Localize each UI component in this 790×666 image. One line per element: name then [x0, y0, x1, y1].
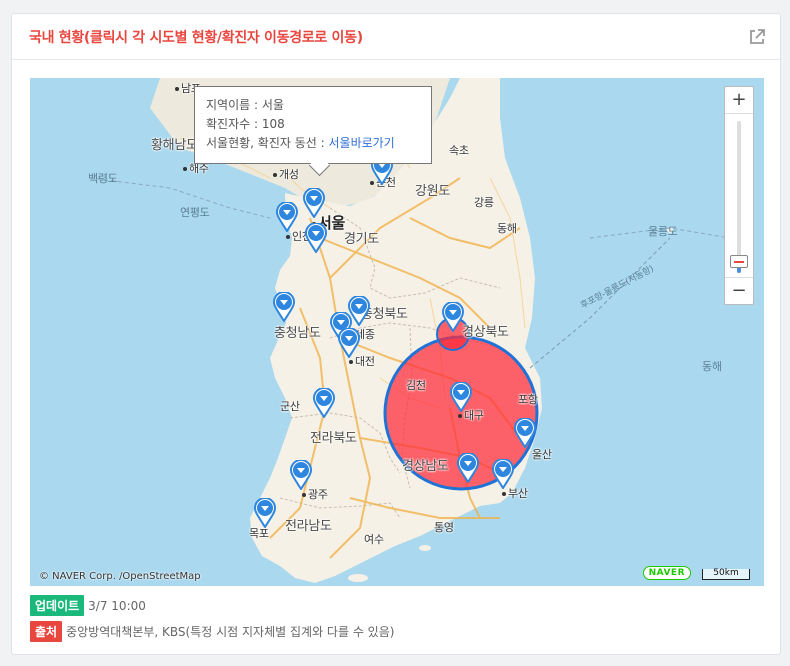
pin-marker-gyeongnam[interactable] [457, 453, 479, 483]
label-gimcheon: 김천 [406, 379, 426, 392]
pin-marker-seoul[interactable] [303, 188, 325, 218]
naver-logo[interactable]: NAVER [642, 566, 691, 580]
label-yeonpyeong: 연평도 [180, 206, 210, 219]
zoom-control: + − [724, 86, 754, 305]
source-row: 출처 중앙방역대책본부, KBS(특정 시점 지자체별 집계와 다를 수 있음) [30, 621, 394, 642]
pin-marker-jeonbuk[interactable] [313, 388, 335, 418]
zoom-in-button[interactable]: + [725, 87, 753, 114]
label-gyeonggi: 경기도 [344, 232, 379, 247]
update-time: 3/7 10:00 [88, 598, 146, 613]
label-ulsan: 울산 [532, 448, 552, 461]
card-header: 국내 현황(클릭시 각 시도별 현황/확진자 이동경로로 이동) [12, 14, 780, 60]
pin-marker-incheon[interactable] [276, 202, 298, 232]
map-copyright: © NAVER Corp. /OpenStreetMap [39, 571, 201, 582]
pin-marker-busan[interactable] [492, 459, 514, 489]
source-text: 중앙방역대책본부, KBS(특정 시점 지자체별 집계와 다를 수 있음) [66, 625, 395, 639]
label-gunsan: 군산 [280, 400, 300, 413]
update-badge: 업데이트 [30, 595, 85, 616]
label-pohang: 포항 [518, 393, 538, 406]
korea-map[interactable]: 남포 황해남도 해주 개성 백령도 연평도 서울 인천 경기도 춘천 강원도 속… [30, 78, 764, 586]
zoom-slider-handle[interactable] [730, 254, 748, 268]
region-tooltip: 지역이름 : 서울 확진자수 : 108 서울현황, 확진자 동선 : 서울바로… [194, 86, 432, 164]
update-row: 업데이트 3/7 10:00 [30, 595, 146, 616]
label-gangwon: 강원도 [415, 184, 450, 199]
pin-marker-ulsan[interactable] [514, 418, 536, 448]
pin-marker-gwangju[interactable] [290, 460, 312, 490]
pin-marker-gyeongbuk[interactable] [442, 302, 464, 332]
source-badge: 출처 [30, 621, 63, 642]
pin-marker-chungnam[interactable] [273, 292, 295, 322]
tooltip-link-row: 서울현황, 확진자 동선 : 서울바로가기 [206, 134, 420, 153]
label-ulleungdo: 울릉도 [648, 225, 678, 238]
label-gangneung: 강릉 [474, 196, 494, 209]
label-tongyeong: 통영 [434, 521, 454, 534]
pin-marker-daejeon[interactable] [338, 328, 360, 358]
zoom-out-button[interactable]: − [725, 277, 753, 304]
label-hwanghae: 황해남도 [151, 138, 198, 153]
pin-marker-gyeonggi[interactable] [305, 223, 327, 253]
tooltip-region: 지역이름 : 서울 [206, 98, 284, 112]
label-gyeongbuk: 경상북도 [462, 325, 509, 340]
label-baengnyeong: 백령도 [88, 172, 118, 185]
tooltip-link-prefix: 서울현황, 확진자 동선 : [206, 136, 329, 150]
card-title[interactable]: 국내 현황(클릭시 각 시도별 현황/확진자 이동경로로 이동) [29, 27, 363, 47]
zoom-track[interactable] [737, 121, 741, 273]
pin-marker-jeonnam[interactable] [254, 498, 276, 528]
label-sokcho: 속초 [449, 144, 469, 157]
status-card: 국내 현황(클릭시 각 시도별 현황/확진자 이동경로로 이동) 남포 황해남도… [11, 13, 781, 655]
label-jeonbuk: 전라북도 [310, 431, 357, 446]
label-kaesong: 개성 [273, 166, 299, 182]
label-jeonnam: 전라남도 [285, 519, 332, 534]
label-chungnam: 충청남도 [274, 326, 321, 341]
scale-bar: 50km [702, 569, 750, 580]
label-gyeongnam: 경상남도 [402, 459, 449, 474]
label-yeosu: 여수 [364, 533, 384, 546]
tooltip-count: 확진자수 : 108 [206, 117, 285, 131]
seoul-shortcut-link[interactable]: 서울바로가기 [328, 136, 394, 150]
pin-marker-daegu[interactable] [450, 382, 472, 412]
label-donghae-city: 동해 [497, 222, 517, 235]
external-link-icon[interactable] [748, 28, 766, 46]
label-east-sea: 동해 [702, 360, 722, 373]
